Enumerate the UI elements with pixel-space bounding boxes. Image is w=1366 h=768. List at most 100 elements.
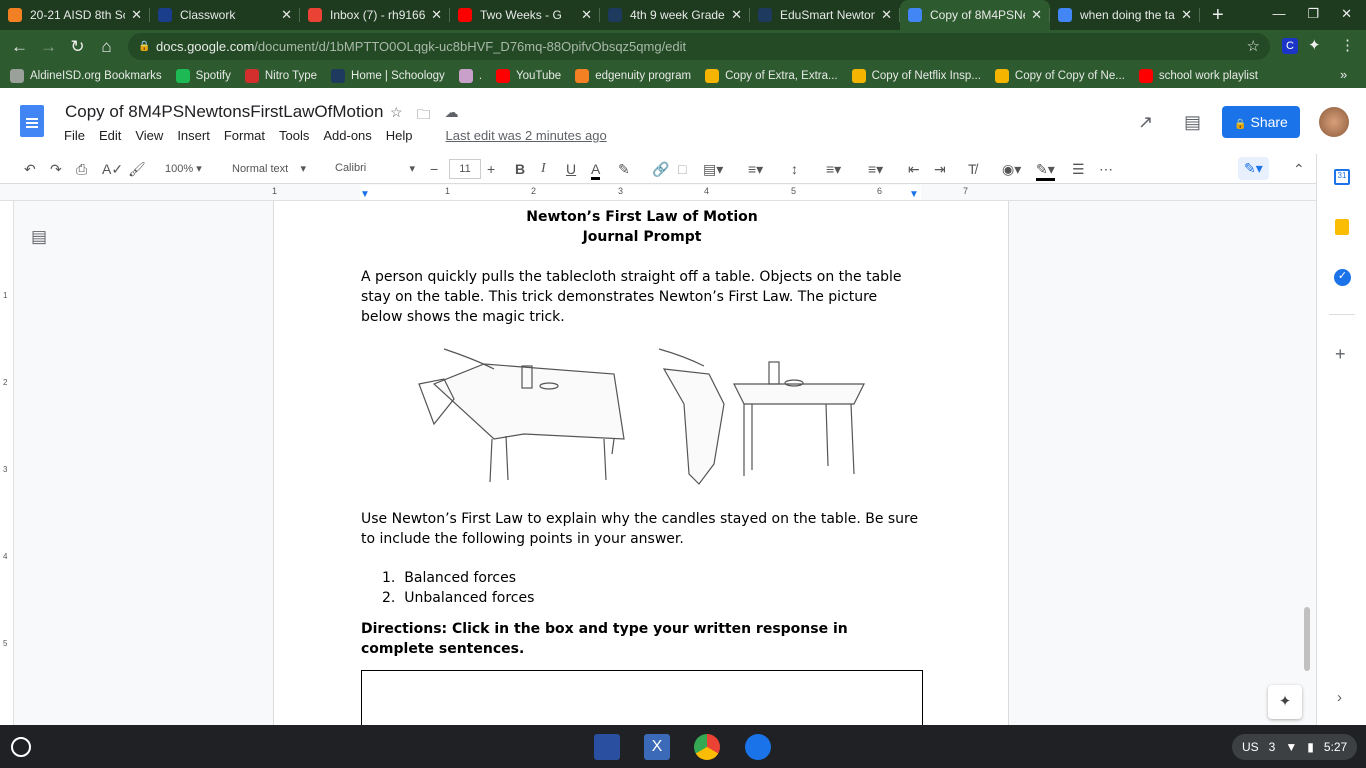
avatar[interactable] xyxy=(1319,107,1349,137)
increase-indent-icon[interactable]: ⇥ xyxy=(934,161,946,178)
response-box[interactable] xyxy=(361,670,923,725)
document-title[interactable]: Copy of 8M4PSNewtonsFirstLawOfMotion xyxy=(65,102,383,122)
redo-icon[interactable]: ↷ xyxy=(50,161,62,178)
browser-tab[interactable]: Two Weeks - G ✕ xyxy=(450,0,600,30)
comments-icon[interactable]: ▤ xyxy=(1184,112,1201,133)
decrease-indent-icon[interactable]: ⇤ xyxy=(908,161,920,178)
menu-edit[interactable]: Edit xyxy=(99,128,121,143)
close-tab-icon[interactable]: ✕ xyxy=(731,7,742,23)
bookmark-star-icon[interactable]: ☆ xyxy=(1247,33,1260,60)
menu-add-ons[interactable]: Add-ons xyxy=(323,128,371,143)
border-width-icon[interactable]: ☰ xyxy=(1072,161,1085,178)
close-tab-icon[interactable]: ✕ xyxy=(431,7,442,23)
menu-format[interactable]: Format xyxy=(224,128,265,143)
more-bookmarks-icon[interactable]: » xyxy=(1340,67,1347,82)
browser-tab[interactable]: Classwork ✕ xyxy=(150,0,300,30)
document-page[interactable]: Newton’s First Law of Motion Journal Pro… xyxy=(273,201,1009,725)
status-tray[interactable]: US 3 ▼ ▮ 5:27 xyxy=(1232,734,1358,760)
underline-button[interactable]: U xyxy=(566,161,576,177)
restore-button[interactable]: ❐ xyxy=(1307,6,1319,22)
calendar-icon[interactable]: 31 xyxy=(1334,169,1350,185)
browser-tab[interactable]: Copy of 8M4PSNe ✕ xyxy=(900,0,1050,30)
launcher-icon[interactable] xyxy=(11,737,31,757)
forward-icon[interactable]: → xyxy=(34,37,63,57)
bookmark-item[interactable]: Copy of Netflix Insp... xyxy=(851,68,981,83)
bookmark-item[interactable]: . xyxy=(458,68,482,83)
bookmark-item[interactable]: AldineISD.org Bookmarks xyxy=(10,68,162,83)
browser-tab[interactable]: 4th 9 week Grades ✕ xyxy=(600,0,750,30)
menu-help[interactable]: Help xyxy=(386,128,413,143)
menu-tools[interactable]: Tools xyxy=(279,128,309,143)
document-outline-icon[interactable]: ▤ xyxy=(31,227,47,247)
chrome-menu-icon[interactable]: ⋮ xyxy=(1340,36,1355,54)
browser-tab[interactable]: 20-21 AISD 8th Sci ✕ xyxy=(0,0,150,30)
style-select[interactable]: Normal text ▾ xyxy=(232,162,306,175)
docs-logo-icon[interactable] xyxy=(20,105,44,137)
bookmark-item[interactable]: school work playlist xyxy=(1138,68,1258,83)
indent-marker[interactable]: ▼ xyxy=(360,189,370,200)
browser-tab[interactable]: when doing the ta ✕ xyxy=(1050,0,1200,30)
comment-add-icon[interactable]: □ xyxy=(678,161,686,177)
close-tab-icon[interactable]: ✕ xyxy=(581,7,592,23)
share-button[interactable]: 🔒 Share xyxy=(1222,106,1300,138)
chrome-icon[interactable] xyxy=(694,734,720,760)
move-folder-icon[interactable]: 🗀 xyxy=(417,104,431,128)
numbered-list-icon[interactable]: ≡▾ xyxy=(826,161,841,178)
print-icon[interactable]: ⎙ xyxy=(76,161,87,178)
insert-image-icon[interactable]: ▤▾ xyxy=(703,161,723,178)
align-icon[interactable]: ≡▾ xyxy=(748,161,763,178)
explore-button[interactable]: ✦ xyxy=(1268,685,1302,719)
decrease-font-size-button[interactable]: − xyxy=(430,161,438,177)
close-tab-icon[interactable]: ✕ xyxy=(1181,7,1192,23)
reload-icon[interactable]: ↻ xyxy=(63,37,92,57)
font-size-input[interactable]: 11 xyxy=(449,159,481,179)
edgenuity-app-icon[interactable]: X xyxy=(644,734,670,760)
minimize-button[interactable]: — xyxy=(1272,6,1285,22)
extensions-puzzle-icon[interactable]: ✦ xyxy=(1308,36,1321,54)
bookmark-item[interactable]: YouTube xyxy=(496,68,561,83)
files-icon[interactable] xyxy=(745,734,771,760)
close-tab-icon[interactable]: ✕ xyxy=(281,7,292,23)
app-shortcut-icon[interactable] xyxy=(594,734,620,760)
bookmark-item[interactable]: Copy of Copy of Ne... xyxy=(994,68,1125,83)
increase-font-size-button[interactable]: + xyxy=(487,161,495,177)
fill-color-icon[interactable]: ◉▾ xyxy=(1002,161,1021,178)
italic-button[interactable]: I xyxy=(541,161,546,177)
bookmark-item[interactable]: Nitro Type xyxy=(244,68,317,83)
close-tab-icon[interactable]: ✕ xyxy=(881,7,892,23)
star-icon[interactable]: ☆ xyxy=(390,104,403,128)
font-select[interactable]: Calibri ▾ xyxy=(335,162,415,175)
bookmark-item[interactable]: Spotify xyxy=(175,68,231,83)
close-window-button[interactable]: ✕ xyxy=(1341,6,1352,22)
extension-c-icon[interactable]: C xyxy=(1282,38,1298,54)
right-indent-marker[interactable]: ▼ xyxy=(909,189,919,200)
tasks-icon[interactable]: ✓ xyxy=(1334,269,1351,286)
new-tab-button[interactable]: + xyxy=(1212,4,1224,27)
menu-view[interactable]: View xyxy=(135,128,163,143)
bookmark-item[interactable]: Copy of Extra, Extra... xyxy=(705,68,838,83)
scrollbar-thumb[interactable] xyxy=(1304,607,1310,671)
editing-mode-button[interactable]: ✎▾ xyxy=(1238,157,1269,180)
menu-file[interactable]: File xyxy=(64,128,85,143)
spellcheck-icon[interactable]: A✓ xyxy=(102,161,123,178)
link-icon[interactable]: 🔗 xyxy=(652,161,669,178)
border-color-icon[interactable]: ✎▾ xyxy=(1036,161,1055,181)
browser-tab[interactable]: Inbox (7) - rh9166 ✕ xyxy=(300,0,450,30)
bold-button[interactable]: B xyxy=(515,161,525,177)
expand-panel-icon[interactable]: › xyxy=(1337,689,1342,706)
last-edit-link[interactable]: Last edit was 2 minutes ago xyxy=(446,128,607,143)
bookmark-item[interactable]: Home | Schoology xyxy=(331,68,445,83)
zoom-select[interactable]: 100% ▾ xyxy=(165,162,202,175)
line-spacing-icon[interactable]: ↕ xyxy=(791,161,798,177)
back-icon[interactable]: ← xyxy=(5,37,34,57)
home-icon[interactable]: ⌂ xyxy=(92,37,121,57)
keep-icon[interactable] xyxy=(1335,219,1349,235)
cloud-status-icon[interactable]: ☁ xyxy=(445,104,459,128)
menu-insert[interactable]: Insert xyxy=(177,128,210,143)
collapse-menus-icon[interactable]: ⌃ xyxy=(1293,161,1305,178)
close-tab-icon[interactable]: ✕ xyxy=(1031,7,1042,23)
bulleted-list-icon[interactable]: ≡▾ xyxy=(868,161,883,178)
close-tab-icon[interactable]: ✕ xyxy=(131,7,142,23)
paint-format-icon[interactable]: 🖌 xyxy=(128,161,146,178)
border-dash-icon[interactable]: ⋯ xyxy=(1099,161,1113,178)
